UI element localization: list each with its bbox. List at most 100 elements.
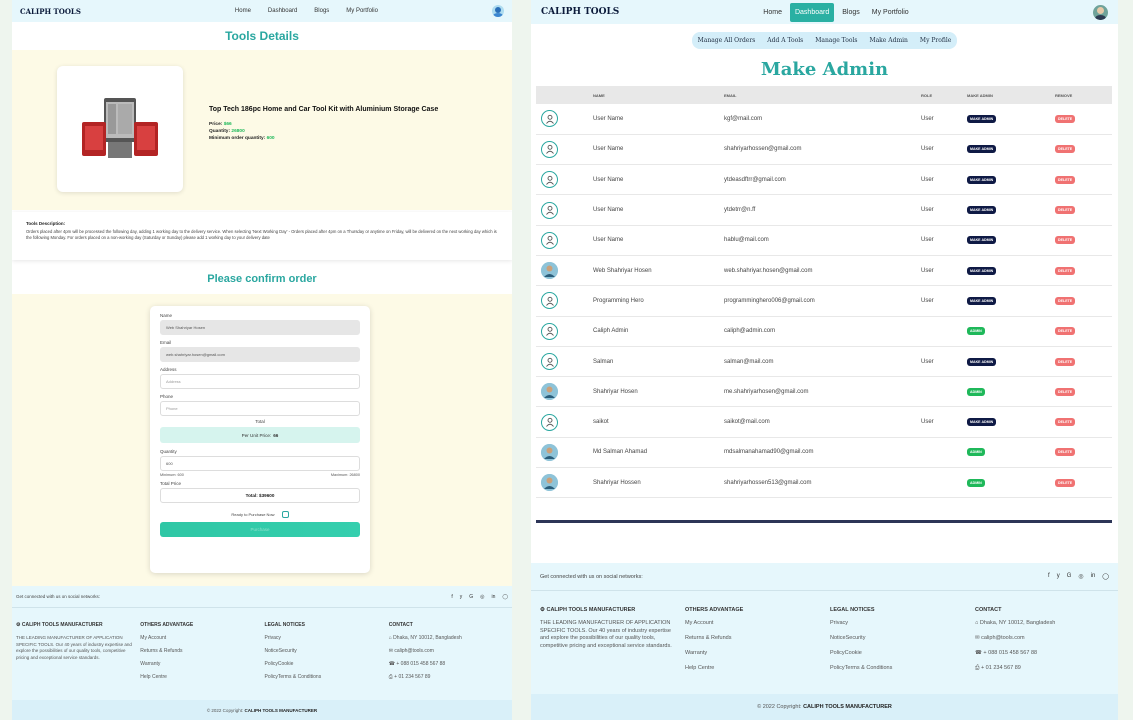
delete-button[interactable]: DELETE [1055, 448, 1076, 457]
subnav-manage-orders[interactable]: Manage All Orders [698, 37, 756, 44]
purchase-button[interactable]: Purchase [160, 522, 360, 537]
user-avatar[interactable] [1093, 4, 1108, 20]
subnav-my-profile[interactable]: My Profile [920, 37, 951, 44]
advantage-link[interactable]: My Account [685, 620, 830, 626]
brand-logo[interactable]: CALIPH TOOLS [541, 7, 619, 17]
delete-button[interactable]: DELETE [1055, 206, 1076, 215]
address-label: Address [160, 367, 177, 372]
nav-home[interactable]: Home [759, 6, 786, 19]
table-row: User Name ytdeasdftrr@gmail.com User MAKE A… [536, 164, 1112, 196]
legal-link[interactable]: NoticeSecurity [830, 635, 975, 641]
make-admin-button[interactable]: MAKE ADMIN [967, 145, 997, 154]
table-bottom-border [536, 520, 1112, 524]
nav-dashboard[interactable]: Dashboard [264, 5, 301, 17]
nav-dashboard[interactable]: Dashboard [789, 2, 835, 22]
table-row: User Name kgf@mail.com User MAKE ADMIN DELET… [536, 104, 1112, 135]
table-row: saikot saikot@mail.com User MAKE ADMIN DELET… [536, 406, 1112, 438]
quantity-input[interactable]: 600 [160, 456, 360, 471]
contact-email: ✉ caliph@tools.com [388, 648, 434, 654]
email-field[interactable]: web.shahriyar.hosen@gmail.com [160, 347, 360, 362]
instagram-icon[interactable]: ◎ [480, 594, 484, 600]
make-admin-button[interactable]: MAKE ADMIN [967, 114, 997, 123]
legal-link[interactable]: NoticeSecurity [265, 648, 389, 654]
instagram-icon[interactable]: ◎ [1078, 573, 1083, 580]
company-title: ⚙ CALIPH TOOLS MANUFACTURER [540, 607, 636, 613]
nav-blogs[interactable]: Blogs [838, 6, 864, 19]
github-icon[interactable]: ◯ [502, 594, 508, 600]
github-icon[interactable]: ◯ [1102, 573, 1109, 580]
subnav-make-admin[interactable]: Make Admin [869, 37, 907, 44]
phone-input[interactable]: Phone [160, 401, 360, 416]
user-role: User [921, 225, 967, 256]
address-input[interactable]: Address [160, 374, 360, 389]
delete-button[interactable]: DELETE [1055, 266, 1076, 275]
linkedin-icon[interactable]: in [1091, 573, 1096, 580]
advantage-link[interactable]: Help Centre [685, 665, 830, 671]
user-name: Salman [593, 346, 724, 378]
make-admin-button[interactable]: MAKE ADMIN [967, 236, 997, 245]
subnav-add-tools[interactable]: Add A Tools [767, 37, 803, 44]
quantity-limits: Minimum: 600 Maximum: 26800 [160, 473, 360, 477]
nav-home[interactable]: Home [231, 5, 255, 17]
advantage-link[interactable]: Returns & Refunds [140, 648, 264, 654]
name-field[interactable]: Web Shahriyar Hosen [160, 320, 360, 335]
legal-link[interactable]: PolicyCookie [265, 661, 389, 667]
delete-button[interactable]: DELETE [1055, 236, 1076, 245]
nav-links: Home Dashboard Blogs My Portfolio [759, 2, 913, 22]
legal-link[interactable]: PolicyTerms & Conditions [830, 665, 975, 671]
make-admin-button[interactable]: MAKE ADMIN [967, 357, 997, 366]
advantage-link[interactable]: Returns & Refunds [685, 635, 830, 641]
social-bar: Get connected with us on social networks… [531, 563, 1118, 591]
google-icon[interactable]: G [469, 594, 473, 600]
printer-icon: ⎙ [975, 665, 980, 671]
nav-portfolio[interactable]: My Portfolio [868, 6, 913, 19]
quantity-label: Quantity [160, 449, 177, 454]
user-name: User Name [593, 164, 724, 196]
user-avatar-icon [541, 201, 558, 219]
brand-logo[interactable]: CALIPH TOOLS [20, 7, 81, 16]
delete-button[interactable]: DELETE [1055, 145, 1076, 154]
make-admin-button[interactable]: MAKE ADMIN [967, 266, 997, 275]
delete-button[interactable]: DELETE [1055, 478, 1076, 487]
ready-label: Ready to Purchase Now [231, 512, 275, 517]
facebook-icon[interactable]: f [1048, 573, 1050, 580]
legal-link[interactable]: Privacy [830, 620, 975, 626]
linkedin-icon[interactable]: in [491, 594, 495, 600]
delete-button[interactable]: DELETE [1055, 327, 1076, 336]
user-avatar-icon [541, 110, 558, 128]
facebook-icon[interactable]: f [451, 594, 452, 600]
user-avatar-icon [541, 292, 558, 310]
footer-company: ⚙ CALIPH TOOLS MANUFACTURER THE LEADING … [540, 607, 685, 681]
delete-button[interactable]: DELETE [1055, 114, 1076, 123]
nav-blogs[interactable]: Blogs [310, 5, 333, 17]
twitter-icon[interactable]: y [460, 594, 463, 600]
twitter-icon[interactable]: y [1057, 573, 1060, 580]
table-row: User Name ytdetrr@n.ff User MAKE ADMIN DELET… [536, 194, 1112, 226]
contact-title: CONTACT [388, 622, 413, 628]
advantage-link[interactable]: Warranty [140, 661, 264, 667]
make-admin-button[interactable]: MAKE ADMIN [967, 296, 997, 305]
legal-link[interactable]: Privacy [265, 635, 389, 641]
delete-button[interactable]: DELETE [1055, 357, 1076, 366]
make-admin-button[interactable]: MAKE ADMIN [967, 418, 997, 427]
ready-checkbox[interactable] [281, 511, 289, 518]
user-avatar[interactable] [491, 5, 504, 17]
header-remove: REMOVE [1055, 86, 1112, 104]
advantage-link[interactable]: My Account [140, 635, 264, 641]
make-admin-button[interactable]: MAKE ADMIN [967, 175, 997, 184]
nav-portfolio[interactable]: My Portfolio [342, 5, 382, 17]
social-text: Get connected with us on social networks… [16, 594, 101, 599]
user-role [921, 437, 967, 469]
delete-button[interactable]: DELETE [1055, 387, 1076, 396]
delete-button[interactable]: DELETE [1055, 296, 1076, 305]
advantage-link[interactable]: Help Centre [140, 674, 264, 680]
delete-button[interactable]: DELETE [1055, 418, 1076, 427]
legal-link[interactable]: PolicyCookie [830, 650, 975, 656]
advantage-link[interactable]: Warranty [685, 650, 830, 656]
google-icon[interactable]: G [1067, 573, 1072, 580]
delete-button[interactable]: DELETE [1055, 175, 1076, 184]
contact-phone: ☎ + 088 015 458 567 88 [388, 661, 446, 667]
make-admin-button[interactable]: MAKE ADMIN [967, 206, 997, 215]
subnav-manage-tools[interactable]: Manage Tools [815, 37, 857, 44]
legal-link[interactable]: PolicyTerms & Conditions [265, 674, 389, 680]
